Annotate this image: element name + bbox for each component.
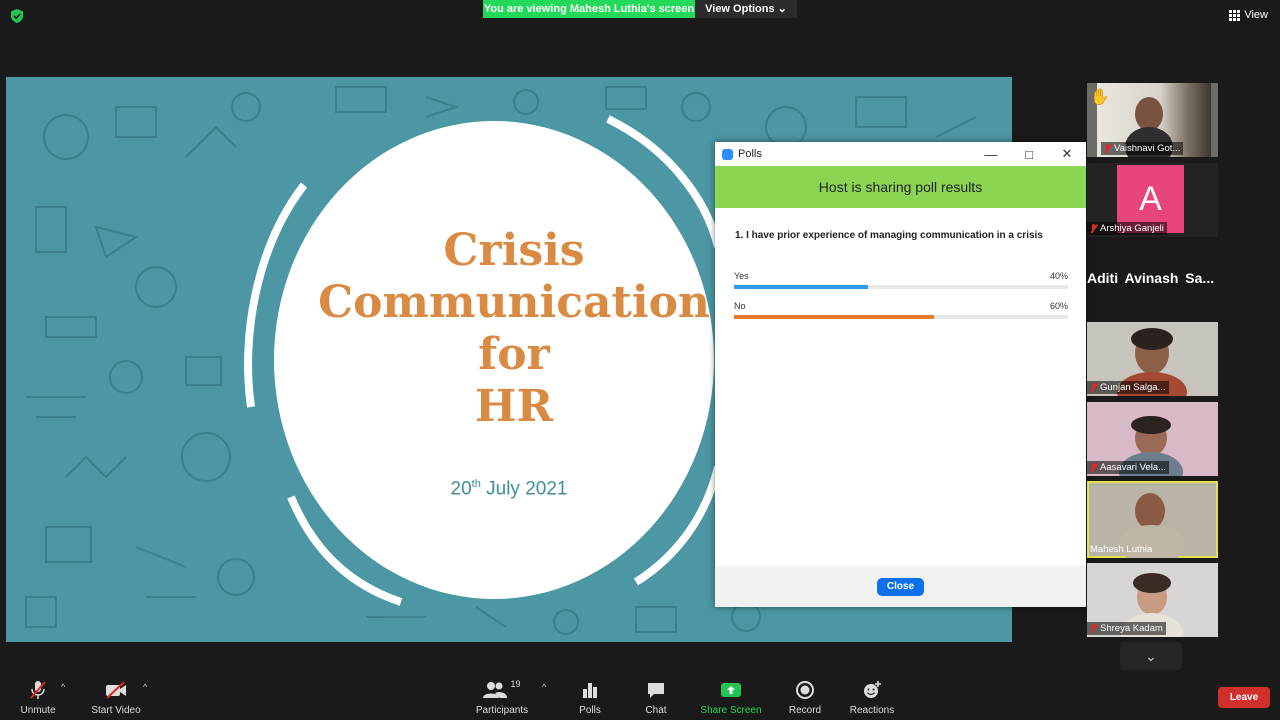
reactions-label: Reactions bbox=[849, 705, 895, 716]
maximize-icon[interactable]: □ bbox=[1010, 142, 1048, 166]
mic-muted-icon bbox=[1090, 224, 1097, 233]
result-bar-fill bbox=[734, 285, 868, 289]
date-suffix: th bbox=[471, 478, 481, 490]
mic-muted-icon bbox=[30, 681, 46, 699]
mic-muted-icon bbox=[1090, 383, 1097, 392]
participants-options-caret[interactable]: ^ bbox=[542, 682, 546, 692]
grid-icon bbox=[1229, 9, 1241, 21]
gallery-scroll-down-button[interactable]: ⌄ bbox=[1120, 642, 1182, 670]
raised-hand-icon: ✋ bbox=[1090, 89, 1110, 106]
date-day: 20 bbox=[450, 478, 472, 500]
zoom-app-icon bbox=[722, 148, 733, 160]
result-bar-track bbox=[734, 315, 1068, 319]
participant-name: Vaishnavi Got... bbox=[1114, 143, 1181, 154]
record-label: Record bbox=[788, 705, 822, 716]
reactions-button[interactable]: Reactions bbox=[848, 680, 896, 716]
video-options-caret[interactable]: ^ bbox=[143, 682, 147, 692]
poll-option-yes: Yes 40% bbox=[734, 271, 1068, 289]
active-speaker-tile[interactable]: Mahesh Luthia bbox=[1087, 481, 1218, 558]
share-screen-button[interactable]: Share Screen bbox=[700, 680, 762, 716]
close-icon[interactable]: ✕ bbox=[1048, 142, 1086, 166]
polls-icon bbox=[583, 683, 597, 698]
option-percent: 60% bbox=[1049, 301, 1068, 311]
mic-muted-icon bbox=[1090, 463, 1097, 472]
leave-button[interactable]: Leave bbox=[1218, 687, 1270, 708]
record-button[interactable]: Record bbox=[786, 680, 824, 716]
polls-label: Polls bbox=[579, 705, 601, 716]
participant-tile[interactable]: A Arshiya Ganjeli bbox=[1087, 163, 1218, 237]
participant-tile[interactable]: Aasavari Vela... bbox=[1087, 402, 1218, 476]
slide-date: 20th July 2021 bbox=[274, 478, 744, 500]
video-off-icon bbox=[106, 681, 126, 699]
participants-button[interactable]: 19 Participants bbox=[474, 679, 530, 716]
poll-footer: Close bbox=[715, 566, 1086, 607]
chat-button[interactable]: Chat bbox=[640, 680, 672, 716]
chat-label: Chat bbox=[645, 705, 667, 716]
participant-name-tile[interactable]: Aditi Avinash Sa... bbox=[1087, 270, 1214, 286]
mic-muted-icon bbox=[1090, 624, 1097, 633]
participant-name: Gunjan Salga... bbox=[1100, 382, 1166, 393]
chevron-down-icon: ⌄ bbox=[1145, 647, 1157, 664]
minimize-icon[interactable]: — bbox=[972, 142, 1010, 166]
polls-titlebar: Polls — □ ✕ bbox=[715, 142, 1086, 166]
view-layout-button[interactable]: View bbox=[1229, 6, 1268, 24]
participants-label: Participants bbox=[475, 705, 529, 716]
polls-window-title: Polls bbox=[738, 148, 762, 160]
meeting-toolbar: Unmute ^ Start Video ^ 19 Participants ^ bbox=[0, 672, 1280, 720]
audio-options-caret[interactable]: ^ bbox=[61, 682, 65, 692]
participant-name: Shreya Kadam bbox=[1100, 623, 1163, 634]
unmute-label: Unmute bbox=[20, 705, 56, 716]
chat-icon bbox=[648, 683, 664, 698]
record-icon bbox=[796, 681, 814, 699]
polls-button[interactable]: Polls bbox=[572, 680, 608, 716]
participants-count: 19 bbox=[510, 679, 521, 689]
date-rest: July 2021 bbox=[486, 478, 568, 500]
result-bar-fill bbox=[734, 315, 935, 319]
option-label: Yes bbox=[734, 271, 749, 281]
option-label: No bbox=[734, 301, 746, 311]
view-options-button[interactable]: View Options ⌄ bbox=[695, 0, 797, 18]
close-poll-button[interactable]: Close bbox=[877, 577, 924, 596]
result-bar-track bbox=[734, 285, 1068, 289]
reactions-smiley-icon bbox=[864, 681, 881, 698]
encryption-shield-icon[interactable] bbox=[10, 9, 24, 23]
option-percent: 40% bbox=[1049, 271, 1068, 281]
participants-icon bbox=[483, 682, 508, 698]
slide-title-line: Crisis bbox=[443, 225, 585, 276]
participant-tile[interactable]: Shreya Kadam bbox=[1087, 563, 1218, 637]
start-video-button[interactable]: Start Video bbox=[88, 680, 144, 716]
poll-question: 1. I have prior experience of managing c… bbox=[735, 230, 1043, 241]
participant-name: Mahesh Luthia bbox=[1090, 544, 1153, 555]
start-video-label: Start Video bbox=[91, 705, 141, 716]
slide-title: Crisis Communication for HR bbox=[274, 225, 754, 433]
polls-window: Polls — □ ✕ Host is sharing poll results… bbox=[715, 142, 1086, 607]
poll-results-header: Host is sharing poll results bbox=[715, 166, 1086, 208]
participant-tile[interactable]: Gunjan Salga... bbox=[1087, 322, 1218, 396]
view-label: View bbox=[1244, 9, 1268, 21]
participant-tile[interactable]: ✋ Vaishnavi Got... bbox=[1087, 83, 1218, 157]
participant-name: Aasavari Vela... bbox=[1100, 462, 1167, 473]
slide-title-line: Communication bbox=[318, 277, 710, 328]
share-screen-icon bbox=[721, 683, 741, 697]
share-screen-label: Share Screen bbox=[700, 705, 762, 716]
slide-title-line: HR bbox=[474, 381, 554, 432]
slide-title-line: for bbox=[478, 329, 550, 380]
poll-option-no: No 60% bbox=[734, 301, 1068, 319]
mic-muted-icon bbox=[1104, 144, 1111, 153]
participant-name: Arshiya Ganjeli bbox=[1100, 223, 1164, 234]
unmute-button[interactable]: Unmute bbox=[18, 680, 58, 716]
poll-options: Yes 40% No 60% bbox=[715, 241, 1086, 319]
screen-share-banner: You are viewing Mahesh Luthia's screen bbox=[483, 0, 695, 18]
